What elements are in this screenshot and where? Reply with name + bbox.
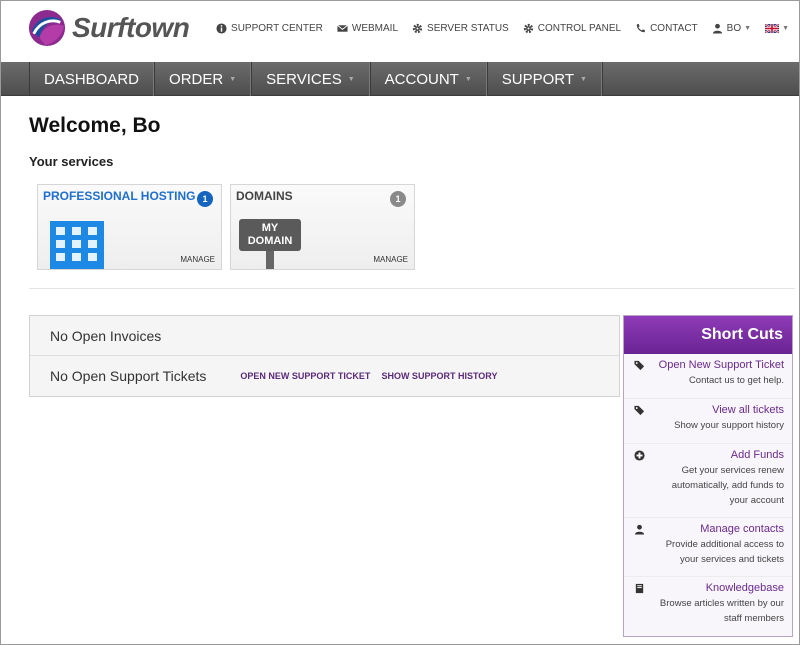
shortcut-knowledgebase[interactable]: Knowledgebase Browse articles written by… [624, 577, 792, 636]
domain-sign-line1: MY [261, 222, 279, 234]
language-selector[interactable]: ▼ [765, 24, 789, 33]
service-tile-domains[interactable]: DOMAINS 1 MY DOMAIN MANAGE [230, 184, 415, 270]
section-title-services: Your services [29, 154, 114, 169]
user-icon [634, 524, 645, 535]
tags-icon [634, 360, 645, 371]
shortcut-desc: Get your services renew [681, 465, 784, 476]
shortcut-title: Open New Support Ticket [658, 359, 784, 371]
manage-link[interactable]: MANAGE [373, 255, 408, 264]
user-menu[interactable]: BO ▼ [712, 23, 751, 34]
shortcut-desc: your account [729, 495, 784, 506]
service-count-badge: 1 [390, 191, 406, 207]
chevron-down-icon: ▼ [464, 75, 472, 83]
contact-label: CONTACT [650, 23, 698, 34]
main-nav: DASHBOARD ORDER ▼ SERVICES ▼ ACCOUNT ▼ S… [1, 62, 799, 96]
control-panel-link[interactable]: CONTROL PANEL [523, 23, 621, 34]
divider [29, 288, 795, 289]
logo[interactable]: Surftown [28, 9, 190, 47]
shortcut-desc: Provide additional access to [665, 539, 784, 550]
status-panel: No Open Invoices No Open Support Tickets… [29, 315, 620, 397]
server-status-label: SERVER STATUS [427, 23, 509, 34]
shortcut-title: Add Funds [730, 449, 784, 461]
chevron-down-icon: ▼ [580, 75, 587, 83]
chevron-down-icon: ▼ [229, 75, 237, 83]
contact-link[interactable]: CONTACT [635, 23, 698, 34]
service-count-badge: 1 [197, 191, 213, 207]
nav-support-label: SUPPORT [501, 70, 575, 88]
shortcut-manage-contacts[interactable]: Manage contacts Provide additional acces… [624, 518, 792, 577]
shortcuts-panel: Short Cuts Open New Support Ticket Conta… [623, 315, 793, 637]
gear-icon [412, 23, 423, 34]
tags-icon [634, 405, 645, 416]
domain-sign-icon: MY DOMAIN [239, 219, 301, 269]
shortcut-desc: staff members [723, 613, 784, 624]
book-icon [635, 583, 644, 594]
nav-services-label: SERVICES [266, 70, 342, 88]
shortcut-title: Knowledgebase [705, 582, 784, 594]
user-icon [712, 23, 722, 34]
shortcut-view-tickets[interactable]: View all tickets Show your support histo… [624, 399, 792, 444]
uk-flag-icon [765, 24, 780, 33]
service-tile-hosting[interactable]: PROFESSIONAL HOSTING 1 MANAGE [37, 184, 222, 270]
chevron-down-icon: ▼ [744, 25, 752, 32]
surftown-logo-icon [28, 9, 66, 47]
phone-icon [636, 23, 646, 33]
service-title: DOMAINS [236, 189, 293, 203]
chevron-down-icon: ▼ [347, 75, 355, 83]
shortcut-title: Manage contacts [700, 523, 784, 535]
top-nav: SUPPORT CENTER WEBMAIL SERVER STATUS CON… [202, 23, 789, 34]
shortcut-desc: Contact us to get help. [688, 375, 784, 386]
info-icon [216, 23, 227, 34]
nav-services[interactable]: SERVICES ▼ [251, 62, 370, 96]
building-icon [50, 221, 104, 269]
plus-circle-icon [634, 450, 645, 461]
manage-link[interactable]: MANAGE [180, 255, 215, 264]
invoices-row: No Open Invoices [30, 316, 619, 356]
nav-order-label: ORDER [169, 70, 224, 88]
server-status-link[interactable]: SERVER STATUS [412, 23, 509, 34]
page-title: Welcome, Bo [29, 114, 161, 137]
chevron-down-icon: ▼ [782, 25, 789, 32]
gear-icon [523, 23, 533, 34]
shortcut-add-funds[interactable]: Add Funds Get your services renew automa… [624, 444, 792, 518]
invoices-status: No Open Invoices [50, 327, 162, 344]
shortcut-desc: your services and tickets [679, 554, 784, 565]
user-name: BO [726, 23, 742, 34]
tickets-status: No Open Support Tickets [50, 368, 207, 384]
webmail-link[interactable]: WEBMAIL [337, 23, 398, 34]
show-support-history-link[interactable]: SHOW SUPPORT HISTORY [381, 371, 497, 381]
tickets-row: No Open Support Tickets OPEN NEW SUPPORT… [30, 356, 619, 396]
nav-dashboard[interactable]: DASHBOARD [29, 62, 155, 96]
nav-account-label: ACCOUNT [384, 70, 459, 88]
webmail-label: WEBMAIL [351, 23, 399, 34]
brand-name: Surftown [72, 12, 190, 43]
shortcut-desc: Browse articles written by our [659, 598, 784, 609]
shortcut-desc: automatically, add funds to [671, 480, 784, 491]
nav-dashboard-label: DASHBOARD [44, 70, 140, 88]
support-center-label: SUPPORT CENTER [231, 23, 323, 34]
shortcut-title: View all tickets [712, 404, 784, 416]
shortcuts-title: Short Cuts [624, 316, 792, 354]
control-panel-label: CONTROL PANEL [537, 23, 622, 34]
header: Surftown SUPPORT CENTER WEBMAIL SERVER S… [1, 1, 799, 61]
nav-order[interactable]: ORDER ▼ [154, 62, 252, 96]
domain-sign-line2: DOMAIN [247, 235, 293, 247]
open-new-ticket-link[interactable]: OPEN NEW SUPPORT TICKET [240, 371, 370, 381]
shortcut-open-ticket[interactable]: Open New Support Ticket Contact us to ge… [624, 354, 792, 399]
shortcut-desc: Show your support history [674, 420, 784, 431]
nav-support[interactable]: SUPPORT ▼ [486, 62, 602, 96]
nav-account[interactable]: ACCOUNT ▼ [369, 62, 487, 96]
support-center-link[interactable]: SUPPORT CENTER [216, 23, 323, 34]
envelope-icon [337, 24, 348, 32]
service-title: PROFESSIONAL HOSTING [43, 189, 196, 203]
